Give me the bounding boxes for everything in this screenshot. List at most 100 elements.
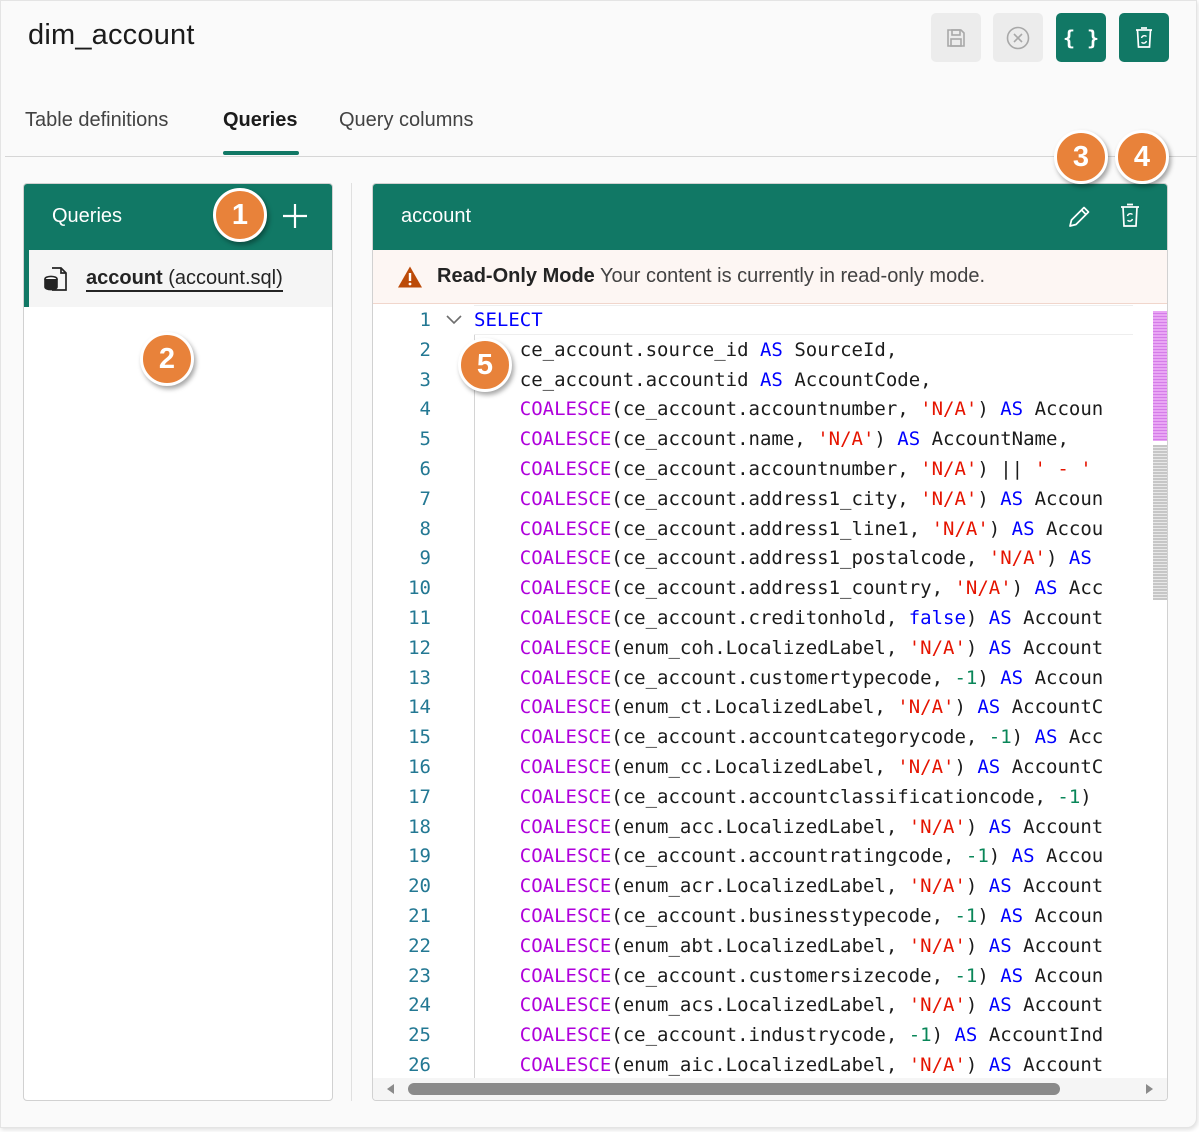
line-number: 15 xyxy=(408,726,431,749)
editor-panel-header: account xyxy=(373,184,1167,250)
code-editor[interactable]: 1 SELECT 2 ce_account.source_id AS SourceI… xyxy=(373,305,1133,1080)
code-text: COALESCE(ce_account.industrycode, -1) AS… xyxy=(519,1024,1104,1047)
banner-message: Your content is currently in read-only m… xyxy=(600,265,986,287)
active-tab-indicator xyxy=(223,151,299,155)
line-number: 24 xyxy=(408,994,431,1017)
code-line: 15 COALESCE(ce_account.accountcategoryco… xyxy=(373,722,1133,752)
line-number: 7 xyxy=(419,487,431,510)
line-number: 23 xyxy=(408,964,431,987)
code-text: COALESCE(ce_account.address1_country, 'N… xyxy=(519,577,1104,600)
chevron-down-icon[interactable] xyxy=(445,313,463,327)
tab-query-columns[interactable]: Query columns xyxy=(339,109,474,132)
code-text: COALESCE(ce_account.accountratingcode, -… xyxy=(519,845,1104,868)
code-line: 20 COALESCE(enum_acr.LocalizedLabel, 'N/… xyxy=(373,871,1133,901)
scroll-left-icon[interactable] xyxy=(385,1083,397,1095)
line-number: 19 xyxy=(408,845,431,868)
code-line: 9 COALESCE(ce_account.address1_postalcod… xyxy=(373,543,1133,573)
code-line: 7 COALESCE(ce_account.address1_city, 'N/… xyxy=(373,484,1133,514)
code-line: 8 COALESCE(ce_account.address1_line1, 'N… xyxy=(373,514,1133,544)
tab-table-definitions[interactable]: Table definitions xyxy=(25,109,168,132)
line-number: 12 xyxy=(408,636,431,659)
code-text: COALESCE(ce_account.customertypecode, -1… xyxy=(519,666,1104,689)
code-text: COALESCE(ce_account.accountcategorycode,… xyxy=(519,726,1104,749)
code-line: 26 COALESCE(enum_aic.LocalizedLabel, 'N/… xyxy=(373,1050,1133,1080)
line-number: 17 xyxy=(408,785,431,808)
code-text: COALESCE(enum_acs.LocalizedLabel, 'N/A')… xyxy=(519,994,1104,1017)
code-text: COALESCE(enum_ct.LocalizedLabel, 'N/A') … xyxy=(519,696,1104,719)
line-number: 11 xyxy=(408,607,431,629)
line-number: 4 xyxy=(419,398,431,421)
code-text: COALESCE(ce_account.accountclassificatio… xyxy=(519,785,1092,808)
horizontal-scrollbar[interactable] xyxy=(373,1078,1167,1100)
code-line: 16 COALESCE(enum_cc.LocalizedLabel, 'N/A… xyxy=(373,752,1133,782)
banner-title: Read-Only Mode xyxy=(437,265,595,287)
code-line: 14 COALESCE(enum_ct.LocalizedLabel, 'N/A… xyxy=(373,692,1133,722)
code-line: 11 COALESCE(ce_account.creditonhold, fal… xyxy=(373,603,1133,633)
queries-panel: Queries account (account.sql) xyxy=(23,183,333,1101)
callout-badge-4: 4 xyxy=(1115,130,1169,184)
selected-indicator xyxy=(24,250,29,307)
queries-panel-title: Queries xyxy=(52,205,123,227)
code-text: ce_account.source_id AS SourceId, xyxy=(474,338,898,361)
page-title: dim_account xyxy=(28,19,195,51)
tabs-divider xyxy=(5,156,1197,157)
line-number: 6 xyxy=(419,458,431,480)
line-number: 22 xyxy=(408,934,431,957)
line-number: 25 xyxy=(408,1024,431,1047)
code-line: 19 COALESCE(ce_account.accountratingcode… xyxy=(373,841,1133,871)
editor-panel-title: account xyxy=(401,205,472,227)
scrollbar-thumb[interactable] xyxy=(408,1083,1060,1095)
banner-text: Read-Only Mode Your content is currently… xyxy=(437,265,985,288)
code-text: COALESCE(enum_aic.LocalizedLabel, 'N/A')… xyxy=(519,1054,1104,1076)
code-line: 24 COALESCE(enum_acs.LocalizedLabel, 'N/… xyxy=(373,990,1133,1020)
pencil-icon[interactable] xyxy=(1065,203,1093,231)
code-text: COALESCE(ce_account.accountnumber, 'N/A'… xyxy=(519,398,1104,421)
code-text: ce_account.accountid AS AccountCode, xyxy=(474,368,932,391)
queries-panel-header: Queries xyxy=(24,184,332,250)
minimap-viewport xyxy=(1153,311,1167,441)
tab-queries[interactable]: Queries xyxy=(223,109,297,132)
delete-table-button[interactable] xyxy=(1119,13,1169,62)
minimap-content xyxy=(1153,445,1167,600)
code-text: COALESCE(enum_acc.LocalizedLabel, 'N/A')… xyxy=(519,815,1104,838)
line-number: 14 xyxy=(408,696,431,719)
panel-splitter[interactable] xyxy=(351,183,352,1101)
line-number: 3 xyxy=(419,368,431,391)
plus-icon[interactable] xyxy=(279,200,311,232)
code-text: COALESCE(ce_account.name, 'N/A') AS Acco… xyxy=(519,428,1069,451)
query-list-item[interactable]: account (account.sql) xyxy=(24,250,332,307)
line-number: 2 xyxy=(419,338,431,361)
code-line: 1 SELECT xyxy=(373,305,1133,335)
save-icon xyxy=(947,28,965,47)
code-text: COALESCE(enum_cc.LocalizedLabel, 'N/A') … xyxy=(519,756,1104,778)
line-number: 20 xyxy=(408,875,431,898)
code-line: 23 COALESCE(ce_account.customersizecode,… xyxy=(373,961,1133,991)
json-view-button[interactable]: { } xyxy=(1056,13,1106,62)
warning-icon xyxy=(398,266,422,288)
code-line: 18 COALESCE(enum_acc.LocalizedLabel, 'N/… xyxy=(373,812,1133,842)
line-number: 10 xyxy=(408,577,431,600)
line-number: 8 xyxy=(419,517,431,540)
code-text: COALESCE(ce_account.customersizecode, -1… xyxy=(519,964,1104,987)
trash-icon xyxy=(1136,26,1152,48)
app-window: dim_account { } Table definitions Querie… xyxy=(0,0,1197,1128)
line-number: 21 xyxy=(408,905,431,927)
callout-badge-3: 3 xyxy=(1054,130,1108,184)
query-item-label[interactable]: account (account.sql) xyxy=(86,267,283,292)
sql-file-icon xyxy=(44,267,67,291)
line-number: 18 xyxy=(408,815,431,838)
code-line: 5 COALESCE(ce_account.name, 'N/A') AS Ac… xyxy=(373,424,1133,454)
line-number: 9 xyxy=(419,547,431,570)
minimap[interactable] xyxy=(1133,305,1167,1080)
cancel-button[interactable] xyxy=(993,13,1043,62)
save-button[interactable] xyxy=(931,13,981,62)
code-text: COALESCE(ce_account.address1_postalcode,… xyxy=(519,547,1092,570)
code-line: 4 COALESCE(ce_account.accountnumber, 'N/… xyxy=(373,394,1133,424)
line-number: 5 xyxy=(419,428,431,451)
code-text: COALESCE(enum_coh.LocalizedLabel, 'N/A')… xyxy=(519,636,1104,659)
code-line: 21 COALESCE(ce_account.businesstypecode,… xyxy=(373,901,1133,931)
trash-icon[interactable] xyxy=(1118,202,1142,230)
code-text: COALESCE(ce_account.address1_line1, 'N/A… xyxy=(519,517,1104,540)
code-line: 12 COALESCE(enum_coh.LocalizedLabel, 'N/… xyxy=(373,633,1133,663)
scroll-right-icon[interactable] xyxy=(1143,1083,1155,1095)
